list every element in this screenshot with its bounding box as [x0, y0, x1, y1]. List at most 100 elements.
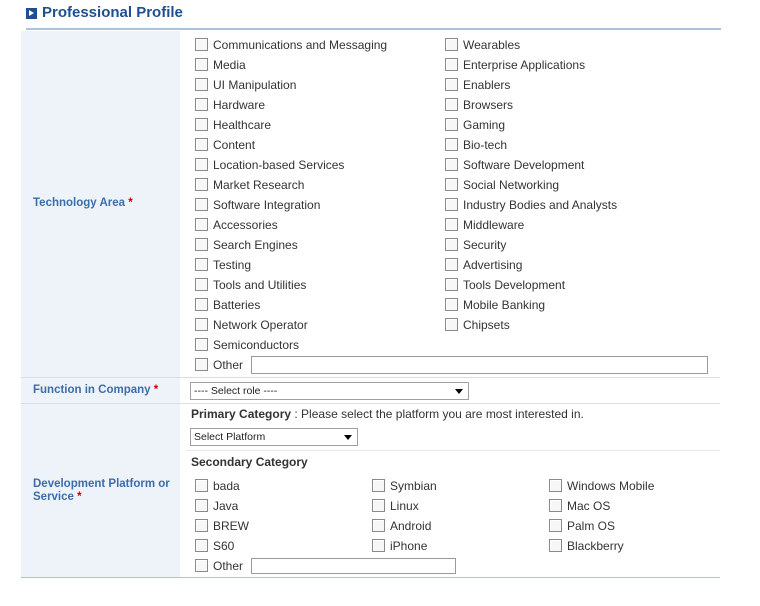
technology-other-label: Other: [213, 358, 244, 372]
arrow-square-icon: [26, 8, 37, 19]
technology-checkbox-security[interactable]: [445, 238, 458, 251]
technology-label-network-operator: Network Operator: [213, 318, 308, 332]
technology-label-advertising: Advertising: [463, 258, 523, 272]
technology-checkbox-industry-bodies-and-analysts[interactable]: [445, 198, 458, 211]
technology-label-healthcare: Healthcare: [213, 118, 272, 132]
technology-checkbox-software-integration[interactable]: [195, 198, 208, 211]
section-header: Professional Profile: [26, 4, 721, 30]
platform-checkbox-symbian[interactable]: [372, 479, 385, 492]
platform-checkbox-linux[interactable]: [372, 499, 385, 512]
technology-checkbox-testing[interactable]: [195, 258, 208, 271]
technology-checkbox-social-networking[interactable]: [445, 178, 458, 191]
platform-checkbox-s60[interactable]: [195, 539, 208, 552]
technology-label-ui-manipulation: UI Manipulation: [213, 78, 297, 92]
platform-other-checkbox[interactable]: [195, 559, 208, 572]
chevron-down-icon: [455, 389, 463, 394]
platform-checkbox-windows-mobile[interactable]: [549, 479, 562, 492]
technology-label-bio-tech: Bio-tech: [463, 138, 508, 152]
technology-label-software-integration: Software Integration: [213, 198, 321, 212]
platform-select[interactable]: Select Platform: [190, 428, 358, 446]
technology-label-chipsets: Chipsets: [463, 318, 510, 332]
technology-label-batteries: Batteries: [213, 298, 261, 312]
technology-checkbox-mobile-banking[interactable]: [445, 298, 458, 311]
platform-label-s60: S60: [213, 539, 235, 553]
platform-label-blackberry: Blackberry: [567, 539, 624, 553]
platform-checkbox-bada[interactable]: [195, 479, 208, 492]
technology-label-gaming: Gaming: [463, 118, 506, 132]
technology-label-software-development: Software Development: [463, 158, 585, 172]
platform-label-windows-mobile: Windows Mobile: [567, 479, 655, 493]
platform-label-cell: Development Platform or Service *: [21, 404, 180, 577]
primary-category-text: Primary Category : Please select the pla…: [191, 407, 584, 421]
chevron-down-icon: [344, 435, 352, 440]
technology-checkbox-media[interactable]: [195, 58, 208, 71]
technology-checkbox-location-based-services[interactable]: [195, 158, 208, 171]
technology-checkbox-enablers[interactable]: [445, 78, 458, 91]
technology-label-communications-and-messaging: Communications and Messaging: [213, 38, 388, 52]
technology-checkbox-advertising[interactable]: [445, 258, 458, 271]
platform-label-palm-os: Palm OS: [567, 519, 616, 533]
technology-label-tools-and-utilities: Tools and Utilities: [213, 278, 307, 292]
technology-checkbox-content[interactable]: [195, 138, 208, 151]
platform-select-value: Select Platform: [194, 431, 266, 443]
technology-label-accessories: Accessories: [213, 218, 278, 232]
technology-label-wearables: Wearables: [463, 38, 521, 52]
platform-label-bada: bada: [213, 479, 240, 493]
technology-label-enterprise-applications: Enterprise Applications: [463, 58, 586, 72]
technology-checkbox-communications-and-messaging[interactable]: [195, 38, 208, 51]
technology-label-content: Content: [213, 138, 256, 152]
technology-label-social-networking: Social Networking: [463, 178, 560, 192]
technology-checkbox-accessories[interactable]: [195, 218, 208, 231]
platform-checkbox-palm-os[interactable]: [549, 519, 562, 532]
category-divider: [186, 450, 720, 451]
technology-checkbox-hardware[interactable]: [195, 98, 208, 111]
platform-checkbox-android[interactable]: [372, 519, 385, 532]
technology-checkbox-network-operator[interactable]: [195, 318, 208, 331]
technology-other-input[interactable]: [251, 356, 708, 374]
technology-label-testing: Testing: [213, 258, 252, 272]
platform-checkbox-brew[interactable]: [195, 519, 208, 532]
role-select[interactable]: ---- Select role ----: [190, 382, 469, 400]
platform-other-label: Other: [213, 559, 244, 573]
technology-label-location-based-services: Location-based Services: [213, 158, 345, 172]
technology-checkbox-tools-and-utilities[interactable]: [195, 278, 208, 291]
primary-category-label: Primary Category: [191, 407, 292, 421]
platform-checkbox-iphone[interactable]: [372, 539, 385, 552]
platform-label-android: Android: [390, 519, 432, 533]
platform-label-symbian: Symbian: [390, 479, 437, 493]
technology-checkbox-healthcare[interactable]: [195, 118, 208, 131]
row-separator: [21, 403, 720, 404]
technology-checkbox-enterprise-applications[interactable]: [445, 58, 458, 71]
platform-label-java: Java: [213, 499, 239, 513]
platform-checkbox-java[interactable]: [195, 499, 208, 512]
technology-checkbox-market-research[interactable]: [195, 178, 208, 191]
technology-label-browsers: Browsers: [463, 98, 514, 112]
technology-checkbox-gaming[interactable]: [445, 118, 458, 131]
platform-other-input[interactable]: [251, 558, 456, 574]
platform-checkbox-mac-os[interactable]: [549, 499, 562, 512]
technology-area-label-cell: Technology Area *: [21, 31, 180, 377]
technology-label-hardware: Hardware: [213, 98, 266, 112]
technology-checkbox-ui-manipulation[interactable]: [195, 78, 208, 91]
technology-checkbox-tools-development[interactable]: [445, 278, 458, 291]
technology-checkbox-wearables[interactable]: [445, 38, 458, 51]
platform-label: Development Platform or Service *: [33, 478, 170, 503]
platform-label-mac-os: Mac OS: [567, 499, 611, 513]
technology-checkbox-middleware[interactable]: [445, 218, 458, 231]
platform-checkbox-blackberry[interactable]: [549, 539, 562, 552]
technology-label-security: Security: [463, 238, 507, 252]
role-select-value: ---- Select role ----: [194, 385, 278, 397]
technology-checkbox-search-engines[interactable]: [195, 238, 208, 251]
technology-checkbox-semiconductors[interactable]: [195, 338, 208, 351]
technology-label-search-engines: Search Engines: [213, 238, 298, 252]
technology-checkbox-batteries[interactable]: [195, 298, 208, 311]
function-label: Function in Company *: [33, 384, 159, 396]
technology-checkbox-software-development[interactable]: [445, 158, 458, 171]
technology-checkbox-bio-tech[interactable]: [445, 138, 458, 151]
platform-label-brew: BREW: [213, 519, 249, 533]
technology-checkbox-chipsets[interactable]: [445, 318, 458, 331]
technology-other-checkbox[interactable]: [195, 358, 208, 371]
technology-label-semiconductors: Semiconductors: [213, 338, 300, 352]
technology-checkbox-browsers[interactable]: [445, 98, 458, 111]
technology-label-mobile-banking: Mobile Banking: [463, 298, 546, 312]
